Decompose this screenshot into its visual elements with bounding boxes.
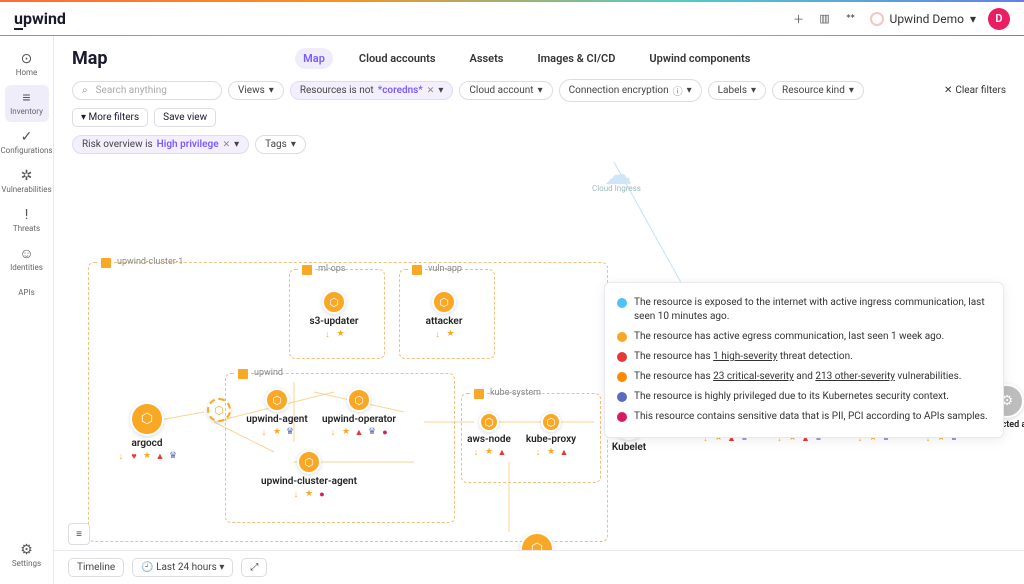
- legend-button[interactable]: ≡: [68, 523, 90, 545]
- tab-assets[interactable]: Assets: [462, 48, 512, 69]
- cloud-ingress-label: Cloud Ingress: [592, 184, 641, 193]
- sidebar-item-home[interactable]: ⊙ Home: [5, 46, 49, 83]
- hex-icon: [99, 256, 113, 270]
- sidebar-item-label: Threats: [13, 224, 40, 233]
- sidebar-item-settings[interactable]: ⚙ Settings: [5, 537, 49, 574]
- tab-map[interactable]: Map: [295, 48, 333, 69]
- node-ecs-ec2[interactable]: ⬡ECS-EC2↓: [492, 532, 582, 550]
- node-attacker[interactable]: ⬡attacker↓★: [399, 290, 489, 340]
- sidebar-item-label: Identities: [10, 263, 43, 272]
- org-switcher[interactable]: Upwind Demo ▾: [870, 12, 976, 26]
- sidebar-item-threats[interactable]: ! Threats: [5, 202, 49, 239]
- sidebar-item-label: Vulnerabilities: [1, 185, 51, 194]
- sidebar-item-identities[interactable]: ☺ Identities: [5, 241, 49, 278]
- node-cluster-agent[interactable]: ⬡upwind-cluster-agent↓★●: [264, 450, 354, 500]
- sidebar-item-apis[interactable]: APIs: [5, 280, 49, 303]
- save-view-button[interactable]: Save view: [154, 108, 216, 127]
- nav-icon: ✓: [21, 130, 33, 144]
- sidebar-item-inventory[interactable]: ≡ Inventory: [5, 85, 49, 122]
- sidebar-item-vulnerabilities[interactable]: ✲Vulnerabilities: [5, 163, 49, 200]
- filter-cloud-account[interactable]: Cloud account ▾: [459, 81, 552, 100]
- time-range-button[interactable]: 🕘 Last 24 hours ▾: [132, 558, 233, 577]
- clear-filters[interactable]: ✕ Clear filters: [944, 85, 1006, 96]
- filter-resources[interactable]: Resources is not *coredns* ✕ ▾: [290, 81, 454, 100]
- sidebar-item-label: Configurations: [0, 146, 52, 155]
- hex-icon: [410, 263, 424, 277]
- avatar[interactable]: D: [988, 8, 1010, 30]
- node-upwind-operator[interactable]: ⬡upwind-operator↓★▲♛●: [314, 388, 404, 438]
- more-filters-button[interactable]: ▾ More filters: [72, 108, 148, 127]
- node-s3-updater[interactable]: ⬡s3-updater↓★: [289, 290, 379, 340]
- nav-icon: ☺: [19, 247, 33, 261]
- hex-icon: [236, 367, 250, 381]
- settings-icon: ⚙: [20, 543, 33, 557]
- nav-icon: ⊙: [21, 52, 33, 66]
- filter-resource-kind[interactable]: Resource kind ▾: [772, 81, 864, 100]
- tab-upwind-components[interactable]: Upwind components: [641, 48, 758, 69]
- filter-labels[interactable]: Labels ▾: [708, 81, 766, 100]
- node-upwind-agent[interactable]: ⬡upwind-agent↓★♛: [232, 388, 322, 438]
- expand-button[interactable]: ⤢: [241, 558, 267, 577]
- plus-icon[interactable]: ＋: [792, 12, 806, 26]
- runner-icon[interactable]: ᕯ: [844, 12, 858, 26]
- filter-tags[interactable]: Tags ▾: [255, 135, 306, 154]
- sidebar-item-label: Home: [16, 68, 38, 77]
- node-tooltip: The resource is exposed to the internet …: [604, 282, 1004, 438]
- hex-icon: [300, 263, 314, 277]
- node-kube-proxy[interactable]: ⬡kube-proxy↓★▲: [506, 412, 596, 458]
- views-dropdown[interactable]: Views ▾: [228, 81, 284, 100]
- tab-cloud-accounts[interactable]: Cloud accounts: [351, 48, 444, 69]
- sidebar-item-label: Settings: [12, 559, 41, 568]
- nav-icon: ≡: [22, 91, 30, 105]
- tab-images-ci-cd[interactable]: Images & CI/CD: [529, 48, 623, 69]
- nav-icon: !: [25, 208, 29, 222]
- logo: upwind: [14, 9, 66, 28]
- book-icon[interactable]: ▥: [818, 12, 832, 26]
- sidebar-item-label: Inventory: [10, 107, 43, 116]
- map-canvas[interactable]: ☁ Cloud Ingress upwind-cluster-1 ml-ops …: [54, 162, 1024, 550]
- close-icon[interactable]: ✕: [427, 86, 435, 96]
- search-input[interactable]: Search anything: [72, 81, 222, 100]
- sidebar-item-configurations[interactable]: ✓Configurations: [5, 124, 49, 161]
- filter-risk-overview[interactable]: Risk overview is High privilege ✕ ▾: [72, 135, 249, 154]
- nav-icon: ✲: [21, 169, 33, 183]
- sidebar-item-label: APIs: [18, 288, 35, 297]
- filter-encryption[interactable]: Connection encryption ⓘ ▾: [559, 79, 702, 102]
- timeline-button[interactable]: Timeline: [68, 558, 124, 577]
- hex-icon: [472, 387, 486, 401]
- page-title: Map: [72, 48, 108, 69]
- close-icon[interactable]: ✕: [223, 140, 231, 150]
